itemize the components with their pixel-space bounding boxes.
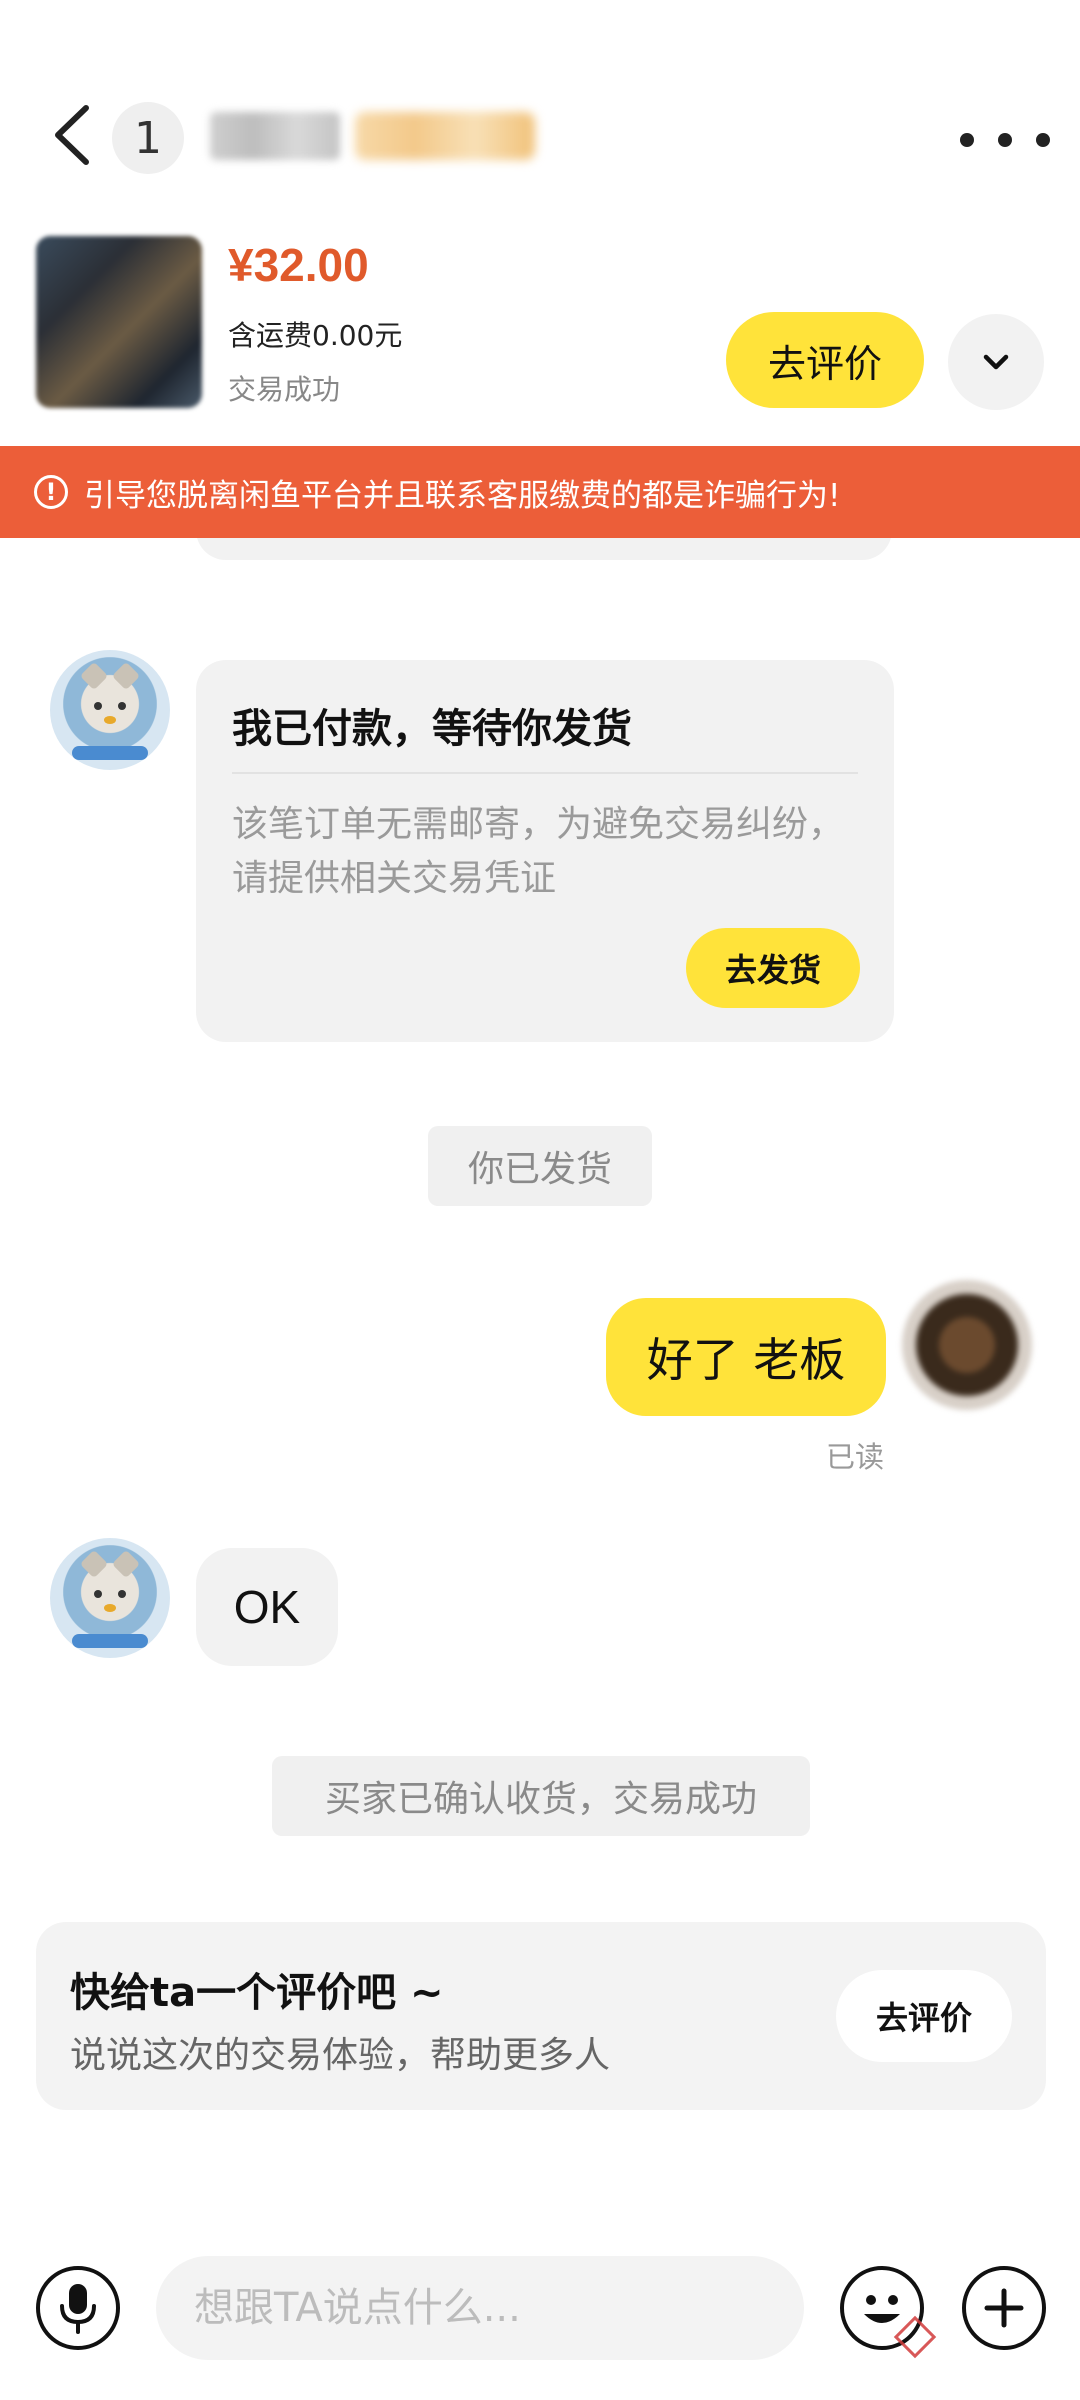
- watermark-logo: [893, 2315, 942, 2359]
- voice-input-button[interactable]: [36, 2266, 120, 2350]
- review-prompt-button[interactable]: 去评价: [836, 1970, 1012, 2062]
- divider: [232, 772, 858, 774]
- product-thumbnail[interactable]: [36, 236, 202, 408]
- order-card-message: 我已付款，等待你发货 该笔订单无需邮寄，为避免交易纠纷，请提供相关交易凭证 去发…: [196, 660, 894, 1042]
- read-status: 已读: [826, 1440, 885, 1474]
- seller-message-bubble[interactable]: OK: [196, 1548, 338, 1666]
- order-status: 交易成功: [228, 373, 341, 406]
- ship-button[interactable]: 去发货: [686, 928, 860, 1008]
- dot-icon: [960, 133, 974, 147]
- review-prompt-subtitle: 说说这次的交易体验，帮助更多人: [70, 2035, 611, 2076]
- plus-icon: [984, 2288, 1024, 2328]
- dot-icon: [998, 133, 1012, 147]
- contact-tag-blurred: [355, 112, 535, 160]
- fraud-warning-banner: ! 引导您脱离闲鱼平台并且联系客服缴费的都是诈骗行为!: [0, 446, 1080, 538]
- contact-name-blurred: [210, 112, 340, 160]
- my-avatar[interactable]: [902, 1280, 1032, 1410]
- my-message-bubble[interactable]: 好了 老板: [606, 1298, 886, 1416]
- message-input[interactable]: [156, 2256, 804, 2360]
- review-prompt-title: 快给ta一个评价吧 ~: [70, 1970, 444, 2016]
- chevron-left-icon: [55, 105, 89, 165]
- review-button[interactable]: 去评价: [726, 312, 924, 408]
- system-message-confirmed: 买家已确认收货，交易成功: [272, 1756, 810, 1836]
- microphone-icon: [60, 2284, 96, 2334]
- chevron-down-icon: [983, 354, 1009, 370]
- card-body: 该笔订单无需邮寄，为避免交易纠纷，请提供相关交易凭证: [232, 804, 845, 899]
- more-actions-button[interactable]: [962, 2266, 1046, 2350]
- shipping-fee: 含运费0.00元: [228, 319, 403, 352]
- unread-count-badge: 1: [112, 102, 184, 174]
- fraud-warning-text: 引导您脱离闲鱼平台并且联系客服缴费的都是诈骗行为!: [84, 477, 841, 514]
- dot-icon: [1036, 133, 1050, 147]
- review-prompt-card: 快给ta一个评价吧 ~ 说说这次的交易体验，帮助更多人 去评价: [36, 1922, 1046, 2110]
- card-title: 我已付款，等待你发货: [232, 706, 632, 752]
- back-button[interactable]: [40, 100, 110, 170]
- product-price: ¥32.00: [228, 239, 369, 291]
- system-message-shipped: 你已发货: [428, 1126, 652, 1206]
- more-options-button[interactable]: [960, 110, 1050, 170]
- seller-avatar[interactable]: [50, 1538, 170, 1658]
- exclamation-icon: !: [34, 475, 68, 509]
- expand-button[interactable]: [948, 314, 1044, 410]
- seller-avatar[interactable]: [50, 650, 170, 770]
